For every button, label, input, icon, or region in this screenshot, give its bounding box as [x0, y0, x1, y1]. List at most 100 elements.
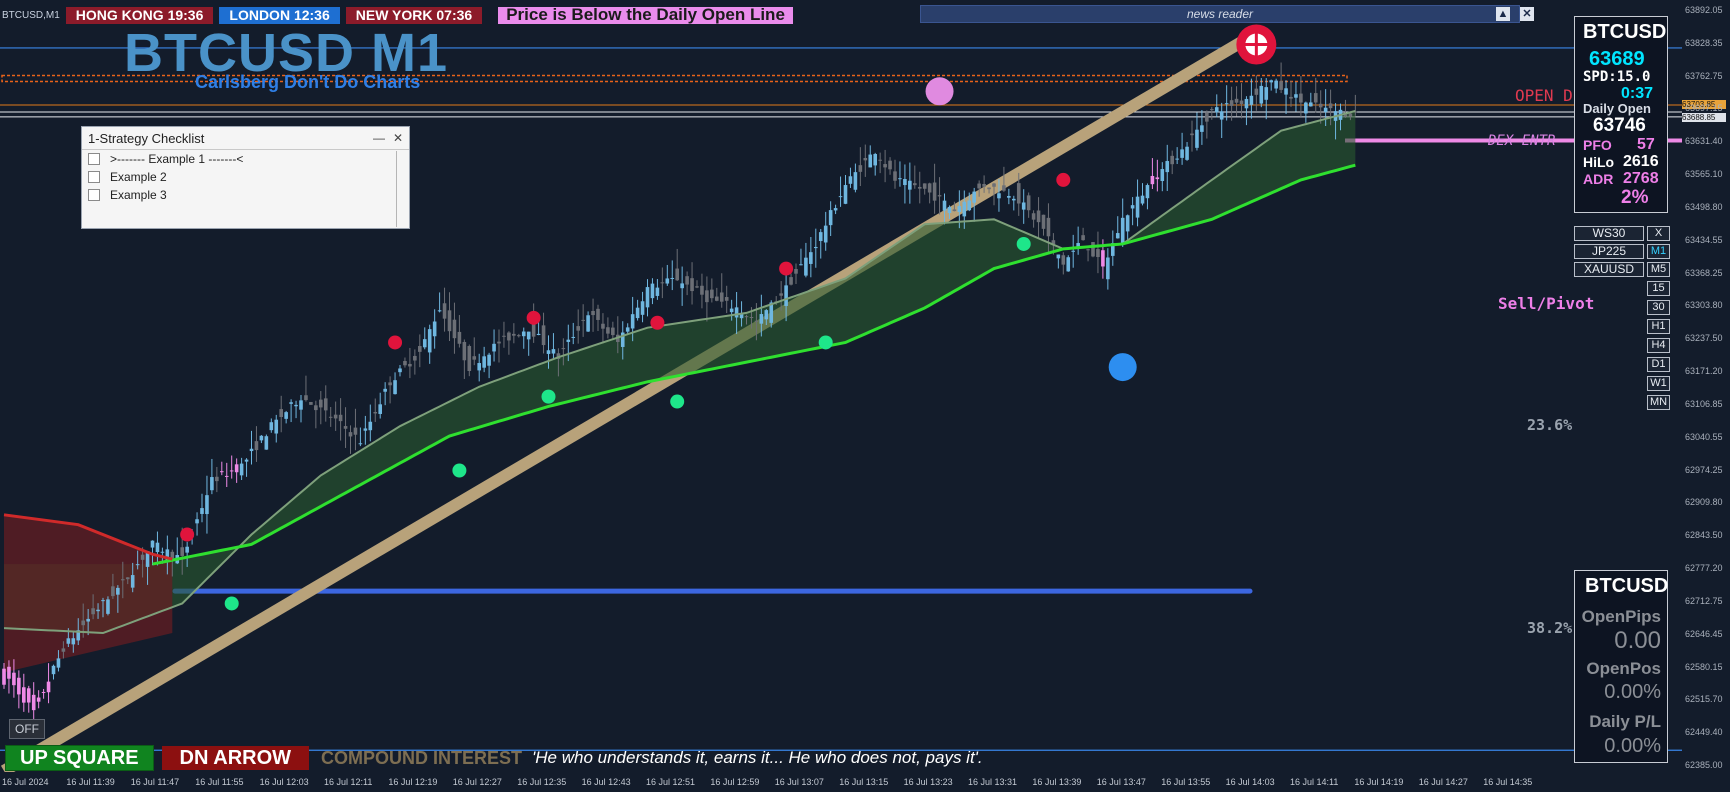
checklist-scrollbar[interactable] — [396, 151, 397, 227]
tf-button-30[interactable]: 30 — [1647, 300, 1670, 315]
candle-body — [779, 293, 783, 296]
candle-body — [749, 317, 754, 319]
daily-pl-value: 0.00% — [1604, 735, 1661, 757]
candle-body — [309, 402, 313, 405]
close-symbol-button[interactable]: X — [1647, 226, 1670, 241]
news-reader-label: news reader — [1186, 7, 1254, 21]
news-close-icon[interactable]: ✕ — [1520, 7, 1534, 21]
price-chart — [0, 24, 1682, 772]
symbol-button-ws30[interactable]: WS30 — [1574, 226, 1644, 241]
tf-button-m1[interactable]: M1 — [1647, 244, 1670, 259]
close-icon[interactable]: ✕ — [393, 131, 403, 145]
candle-body — [472, 356, 477, 360]
candle-body — [135, 564, 140, 566]
tf-button-h1[interactable]: H1 — [1647, 319, 1670, 334]
candle-body — [1160, 169, 1165, 182]
candle-body — [695, 286, 699, 288]
checkbox[interactable] — [88, 171, 100, 183]
news-reader-bar[interactable]: news reader — [920, 5, 1520, 23]
candle-body — [180, 547, 184, 556]
candle-body — [140, 554, 145, 560]
candle-body — [447, 310, 452, 332]
candle-body — [883, 164, 887, 168]
sell-signal-dot — [650, 315, 665, 330]
candle-body — [660, 282, 665, 284]
candle-body — [215, 476, 219, 482]
off-toggle-button[interactable]: OFF — [9, 719, 45, 739]
checkbox[interactable] — [88, 189, 100, 201]
candle-body — [121, 579, 125, 581]
candle-body — [908, 180, 912, 190]
chart-subtitle: Carlsberg Don't Do Charts — [195, 72, 421, 92]
time-tick-label: 16 Jul 12:51 — [646, 777, 696, 787]
sell-signal-dot — [526, 310, 541, 325]
candle-body — [828, 210, 833, 226]
time-axis[interactable]: 16 Jul 2024 16 Jul 11:39 16 Jul 11:47 16 Ju… — [0, 772, 1682, 792]
candle-body — [432, 321, 437, 337]
candle-body — [294, 404, 298, 407]
time-tick-label: 16 Jul 14:03 — [1225, 777, 1275, 787]
buy-signal-dot — [1016, 236, 1031, 251]
candle-body — [932, 182, 937, 201]
candle-body — [314, 405, 318, 411]
tf-button-h4[interactable]: H4 — [1647, 338, 1670, 353]
checklist-header[interactable]: 1-Strategy Checklist — ✕ — [82, 127, 409, 150]
time-tick-label: 16 Jul 14:11 — [1290, 777, 1339, 787]
up-square-signal: UP SQUARE — [5, 745, 154, 771]
candle-body — [606, 327, 610, 334]
tf-button-m5[interactable]: M5 — [1647, 262, 1670, 277]
candle-body — [967, 200, 972, 211]
sell-signal-dot — [779, 261, 794, 276]
quote-text: 'He who understands it, earns it... He w… — [532, 748, 983, 767]
candle-body — [284, 412, 288, 419]
candle-body — [927, 183, 932, 193]
tf-button-15[interactable]: 15 — [1647, 281, 1670, 296]
candle-body — [442, 303, 447, 319]
tf-button-w1[interactable]: W1 — [1647, 376, 1670, 391]
news-collapse-icon[interactable]: ▲ — [1496, 7, 1510, 21]
time-tick-label: 16 Jul 13:07 — [774, 777, 824, 787]
candle-body — [517, 335, 521, 337]
candle-body — [492, 343, 496, 352]
candle-body — [977, 183, 981, 189]
candle-body — [220, 471, 224, 473]
candle-body — [814, 246, 818, 249]
candle-body — [353, 427, 358, 435]
candle-body — [541, 325, 546, 346]
sell-signal-dot — [1056, 172, 1071, 187]
candle-body — [1071, 250, 1075, 252]
candle-body — [1229, 100, 1234, 106]
candle-body — [1007, 196, 1011, 198]
checkbox[interactable] — [88, 153, 100, 165]
candle-body — [348, 432, 353, 437]
price-tick-label: 63631.40 — [1685, 136, 1723, 147]
price-tick-label: 63040.55 — [1685, 431, 1723, 442]
candle-body — [279, 409, 283, 418]
symbol-button-jp225[interactable]: JP225 — [1574, 244, 1644, 259]
candle-body — [868, 154, 873, 168]
checklist-item-label: Example 2 — [110, 170, 167, 184]
candle-body — [1056, 254, 1061, 259]
price-tick-label: 62777.20 — [1685, 563, 1723, 574]
tf-button-d1[interactable]: D1 — [1647, 357, 1670, 372]
checklist-item[interactable]: Example 3 — [82, 186, 409, 204]
candle-body — [1081, 235, 1085, 241]
checklist-item[interactable]: >------- Example 1 -------< — [82, 150, 409, 168]
price-axis[interactable]: 63703.85 63688.85 63892.05 63828.35 63762.… — [1682, 0, 1730, 792]
symbol-button-xauusd[interactable]: XAUUSD — [1574, 262, 1644, 277]
candle-body — [789, 277, 793, 285]
candle-body — [680, 283, 684, 289]
price-tick-label: 63303.80 — [1685, 300, 1723, 311]
candle-body — [576, 326, 580, 331]
candle-body — [764, 310, 769, 320]
candle-body — [289, 402, 293, 404]
minimize-icon[interactable]: — — [373, 131, 385, 145]
tf-button-mn[interactable]: MN — [1647, 395, 1670, 410]
candle-body — [22, 687, 26, 703]
open-pips-value: 0.00 — [1614, 627, 1661, 654]
time-tick-label: 16 Jul 11:55 — [195, 777, 244, 787]
candle-body — [719, 292, 724, 302]
candle-body — [1323, 107, 1328, 113]
checklist-item[interactable]: Example 2 — [82, 168, 409, 186]
price-tick-label: 62974.25 — [1685, 464, 1723, 475]
